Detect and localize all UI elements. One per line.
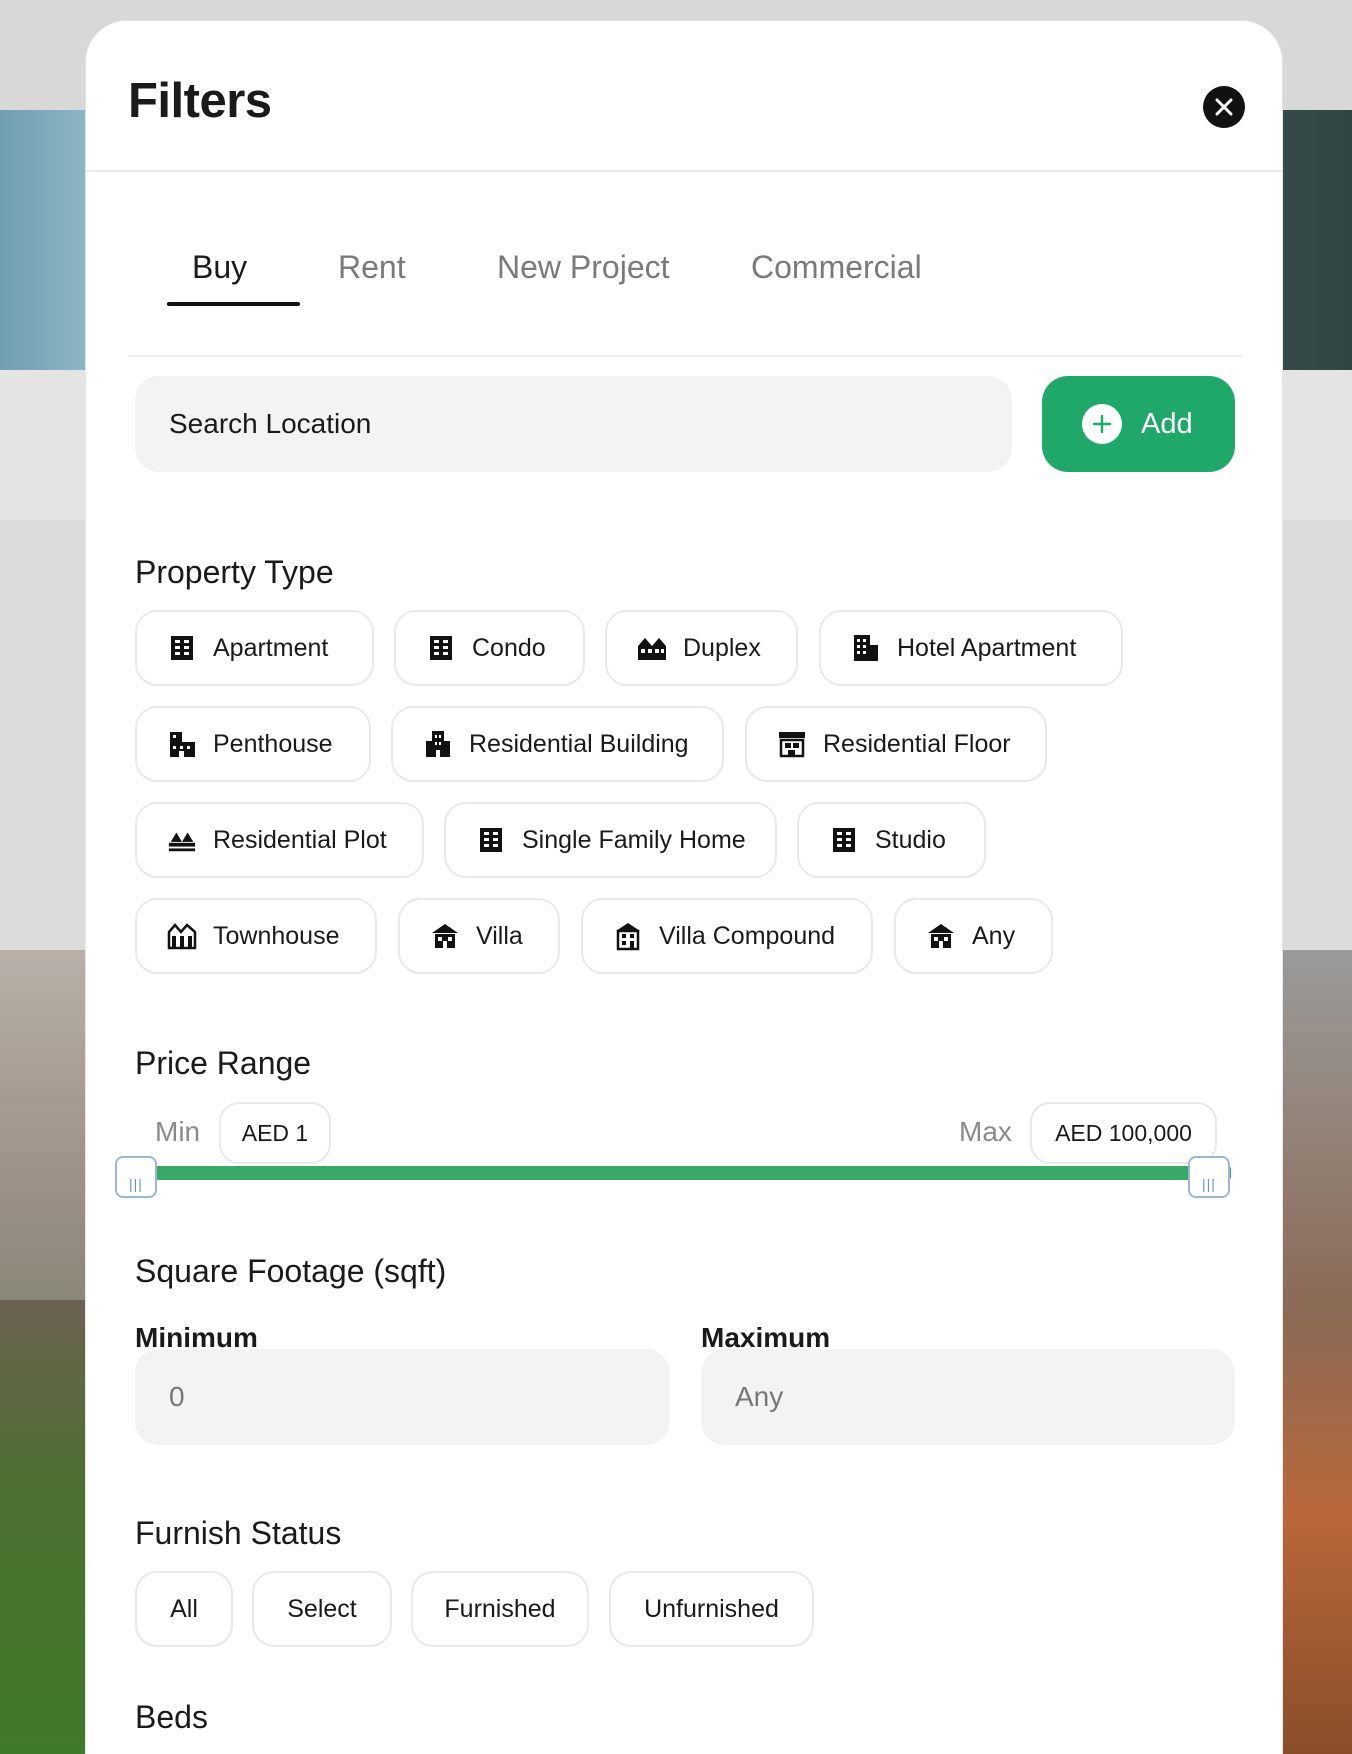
property-type-villa[interactable]: Villa [398,898,560,974]
furnish-option-select[interactable]: Select [252,1571,392,1647]
property-type-townhouse[interactable]: Townhouse [135,898,377,974]
any-icon [926,921,956,951]
sqft-minimum-input[interactable]: 0 [135,1349,670,1445]
modal-title: Filters [128,74,272,128]
search-location-input[interactable]: Search Location [135,376,1012,472]
property-type-residential-building[interactable]: Residential Building [391,706,724,782]
studio-icon [829,825,859,855]
chip-label: Villa Compound [659,921,836,950]
price-range-title: Price Range [135,1045,312,1081]
property-type-residential-plot[interactable]: Residential Plot [135,802,424,878]
property-type-duplex[interactable]: Duplex [605,610,798,686]
chip-label: Condo [472,633,546,662]
property-type-single-family-home[interactable]: Single Family Home [444,802,777,878]
property-type-villa-compound[interactable]: Villa Compound [581,898,873,974]
furnish-option-furnished[interactable]: Furnished [411,1571,589,1647]
beds-title: Beds [135,1699,208,1735]
add-label: Add [1141,407,1193,440]
sqft-maximum-input[interactable]: Any [701,1349,1235,1445]
price-slider-min-handle[interactable]: ||| [115,1156,157,1198]
apartment-icon [167,633,197,663]
chip-label: Residential Plot [213,825,387,854]
square-footage-title: Square Footage (sqft) [135,1253,447,1289]
price-range-slider-fill [131,1166,1231,1180]
listing-type-tabs: Buy Rent New Project Commercial [128,226,1243,357]
furnish-option-unfurnished[interactable]: Unfurnished [609,1571,814,1647]
chip-label: Any [972,921,1016,950]
price-max-input[interactable]: AED 100,000 [1030,1102,1217,1164]
price-slider-max-handle[interactable]: ||| [1188,1156,1230,1198]
chip-label: Residential Building [469,729,689,758]
townhouse-icon [167,921,197,951]
chip-label: Villa [476,921,523,950]
plus-icon [1082,404,1122,444]
villa-compound-icon [613,921,643,951]
chip-label: Penthouse [213,729,333,758]
tab-buy[interactable]: Buy [192,249,247,286]
property-type-apartment[interactable]: Apartment [135,610,374,686]
property-type-any[interactable]: Any [894,898,1053,974]
chip-label: Apartment [213,633,329,662]
property-type-title: Property Type [135,554,334,590]
chip-label: Residential Floor [823,729,1011,758]
chip-label: Hotel Apartment [897,633,1077,662]
close-icon [1215,98,1233,116]
residential-building-icon [423,729,453,759]
single-family-home-icon [476,825,506,855]
hotel-apartment-icon [851,633,881,663]
tab-new-project[interactable]: New Project [497,249,670,286]
chip-label: Duplex [683,633,761,662]
property-type-penthouse[interactable]: Penthouse [135,706,371,782]
property-type-residential-floor[interactable]: Residential Floor [745,706,1047,782]
residential-floor-icon [777,729,807,759]
tab-rent[interactable]: Rent [338,249,406,286]
property-type-condo[interactable]: Condo [394,610,585,686]
price-max-label: Max [959,1116,1012,1147]
furnish-option-all[interactable]: All [135,1571,233,1647]
tab-commercial[interactable]: Commercial [751,249,922,286]
penthouse-icon [167,729,197,759]
residential-plot-icon [167,825,197,855]
chip-label: Single Family Home [522,825,746,854]
villa-icon [430,921,460,951]
chip-label: Studio [875,825,946,854]
active-tab-indicator [167,302,300,306]
modal-header: Filters [86,21,1282,172]
filters-modal: Filters Buy Rent New Project Commercial … [85,20,1283,1754]
price-range-slider[interactable] [131,1166,1231,1180]
furnish-status-title: Furnish Status [135,1515,342,1551]
condo-icon [426,633,456,663]
price-min-input[interactable]: AED 1 [219,1102,331,1164]
chip-label: Townhouse [213,921,340,950]
add-location-button[interactable]: Add [1042,376,1235,472]
property-type-hotel-apartment[interactable]: Hotel Apartment [819,610,1123,686]
close-button[interactable] [1203,86,1245,128]
duplex-icon [637,633,667,663]
price-min-label: Min [155,1116,201,1147]
property-type-studio[interactable]: Studio [797,802,986,878]
